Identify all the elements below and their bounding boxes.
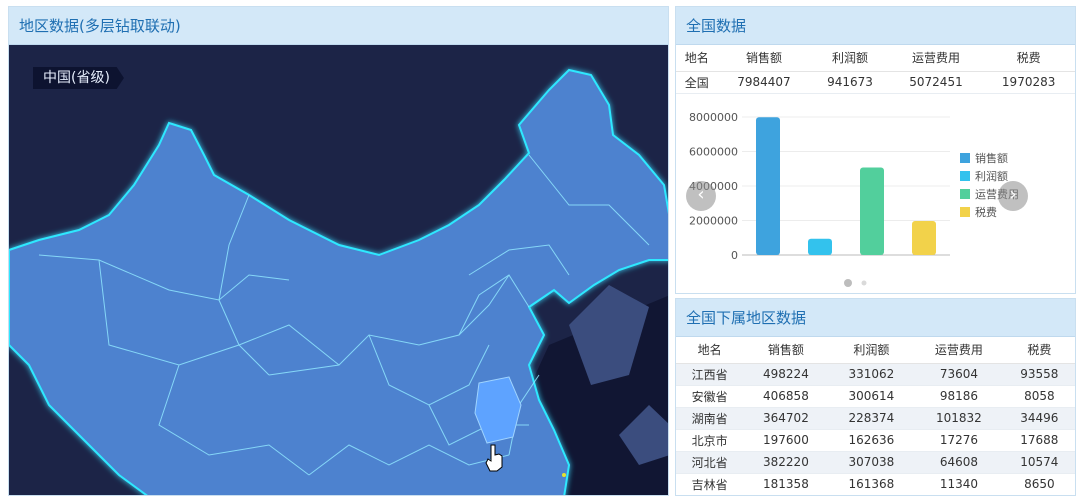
cell-sales: 7984407	[717, 71, 811, 94]
col-header: 销售额	[743, 337, 829, 364]
chevron-right-icon[interactable]: ›	[998, 181, 1028, 211]
cell-tax: 17688	[1003, 429, 1075, 452]
map-level-tag[interactable]: 中国(省级)	[33, 67, 124, 89]
y-tick-label: 6000000	[689, 146, 738, 159]
table-row[interactable]: 全国 7984407 941673 5072451 1970283	[676, 71, 1075, 94]
sub-region-table: 地名 销售额 利润额 运营费用 税费 江西省 498224 331062 73604 9…	[676, 337, 1075, 495]
cell-tax: 1970283	[982, 71, 1075, 94]
page-dot	[861, 280, 867, 286]
map-panel-title: 地区数据(多层钻取联动)	[9, 7, 668, 45]
table-row[interactable]: 北京市 197600 162636 17276 17688	[676, 429, 1075, 452]
cell-tax: 8058	[1003, 385, 1075, 408]
sub-region-panel: 全国下属地区数据 地名 销售额 利润额 运营费用 税费 江西省 498224 331…	[675, 298, 1076, 496]
region-map-panel: 地区数据(多层钻取联动) 中国(省级)	[8, 6, 669, 496]
cell-profit: 228374	[828, 407, 915, 430]
legend-label: 销售额	[975, 151, 1008, 165]
table-row[interactable]: 吉林省 181358 161368 11340 8650	[676, 473, 1075, 495]
bar-3	[860, 167, 884, 255]
cell-sales: 181358	[743, 473, 829, 495]
legend-label: 利润额	[975, 169, 1008, 183]
cell-tax: 34496	[1003, 407, 1075, 430]
legend-swatch	[960, 189, 970, 199]
cell-region: 江西省	[676, 363, 744, 386]
cell-profit: 307038	[828, 451, 915, 474]
y-tick-label: 2000000	[689, 215, 738, 228]
cell-region: 北京市	[676, 429, 744, 452]
cell-opex: 5072451	[889, 71, 983, 94]
cell-profit: 162636	[828, 429, 915, 452]
nation-panel-title: 全国数据	[676, 7, 1075, 45]
cell-tax: 10574	[1003, 451, 1075, 474]
legend-swatch	[960, 153, 970, 163]
cell-sales: 382220	[743, 451, 829, 474]
cell-tax: 93558	[1003, 363, 1075, 386]
bar-2	[808, 238, 832, 255]
table-row[interactable]: 江西省 498224 331062 73604 93558	[676, 363, 1075, 386]
page-dot-active	[844, 279, 852, 287]
y-tick-label: 0	[731, 249, 738, 262]
col-header: 利润额	[810, 45, 890, 72]
sub-panel-title: 全国下属地区数据	[676, 299, 1075, 337]
cell-profit: 941673	[810, 71, 890, 94]
nation-data-panel: 全国数据 地名 销售额 利润额 运营费用 税费 全国 7984407 94167…	[675, 6, 1076, 294]
cell-sales: 406858	[743, 385, 829, 408]
col-header: 利润额	[828, 337, 915, 364]
chevron-left-icon[interactable]: ‹	[686, 181, 716, 211]
col-header: 税费	[982, 45, 1075, 72]
col-header: 地名	[676, 337, 744, 364]
cell-profit: 300614	[828, 385, 915, 408]
cell-sales: 197600	[743, 429, 829, 452]
cell-opex: 11340	[914, 473, 1004, 495]
city-marker	[562, 473, 566, 477]
cell-region: 吉林省	[676, 473, 744, 495]
cell-profit: 161368	[828, 473, 915, 495]
table-row[interactable]: 湖南省 364702 228374 101832 34496	[676, 407, 1075, 430]
col-header: 运营费用	[889, 45, 983, 72]
nation-table-header: 地名 销售额 利润额 运营费用 税费	[676, 45, 1075, 72]
nation-table: 地名 销售额 利润额 运营费用 税费 全国 7984407 941673 507…	[676, 45, 1075, 94]
legend-swatch	[960, 171, 970, 181]
cell-profit: 331062	[828, 363, 915, 386]
cell-sales: 364702	[743, 407, 829, 430]
cell-tax: 8650	[1003, 473, 1075, 495]
china-map-svg[interactable]	[9, 45, 669, 496]
cell-opex: 73604	[914, 363, 1004, 386]
legend-label: 税费	[975, 205, 997, 219]
table-row[interactable]: 河北省 382220 307038 64608 10574	[676, 451, 1075, 474]
cell-opex: 64608	[914, 451, 1004, 474]
cell-sales: 498224	[743, 363, 829, 386]
col-header: 销售额	[717, 45, 811, 72]
y-tick-label: 8000000	[689, 111, 738, 124]
cell-opex: 101832	[914, 407, 1004, 430]
bar-1	[756, 117, 780, 255]
cell-opex: 17276	[914, 429, 1004, 452]
china-map[interactable]: 中国(省级)	[9, 45, 669, 496]
sub-table-header: 地名 销售额 利润额 运营费用 税费	[676, 337, 1075, 364]
cell-region: 全国	[676, 71, 718, 94]
cell-region: 河北省	[676, 451, 744, 474]
legend-swatch	[960, 207, 970, 217]
cell-opex: 98186	[914, 385, 1004, 408]
col-header: 税费	[1003, 337, 1075, 364]
sub-table-body: 江西省 498224 331062 73604 93558 安徽省 406858 300614…	[676, 363, 1075, 495]
col-header: 地名	[676, 45, 718, 72]
cell-region: 安徽省	[676, 385, 744, 408]
col-header: 运营费用	[914, 337, 1004, 364]
cell-region: 湖南省	[676, 407, 744, 430]
bar-4	[912, 221, 936, 255]
table-row[interactable]: 安徽省 406858 300614 98186 8058	[676, 385, 1075, 408]
